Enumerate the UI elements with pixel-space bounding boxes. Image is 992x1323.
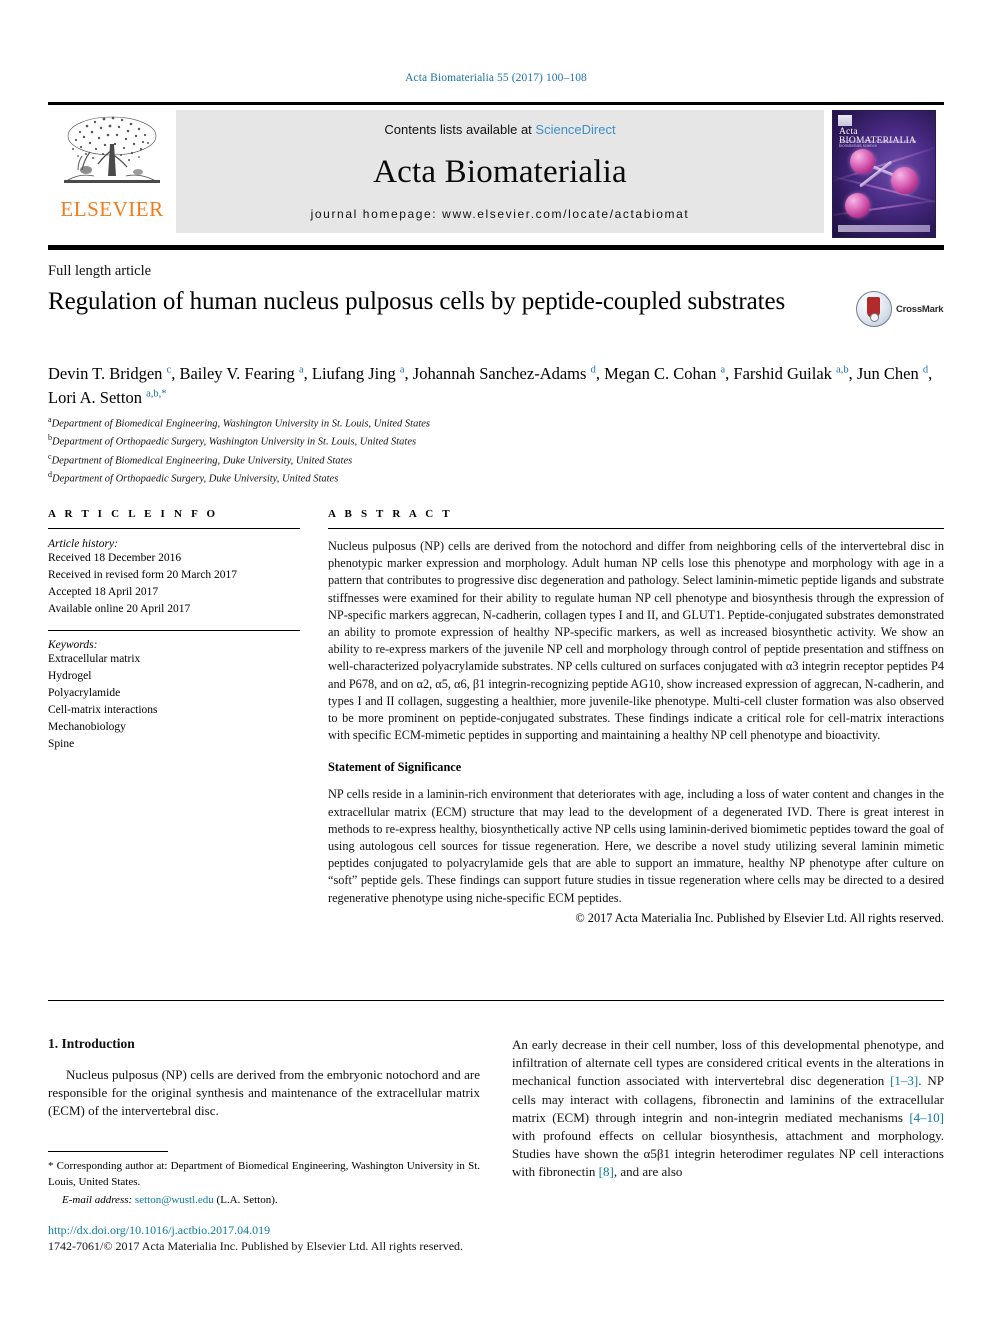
crossmark-icon bbox=[856, 291, 892, 327]
history-item: Received in revised form 20 March 2017 bbox=[48, 569, 238, 582]
cover-artwork: Acta BIOMATERIALIA The Journal of The Ac… bbox=[832, 109, 936, 238]
article-type-label: Full length article bbox=[48, 263, 152, 279]
elsevier-tree-icon bbox=[64, 116, 160, 183]
crossmark-badge[interactable]: CrossMark bbox=[856, 288, 944, 330]
cover-sphere bbox=[891, 166, 918, 194]
history-item: Accepted 18 April 2017 bbox=[48, 586, 159, 599]
intro-paragraph-right: An early decrease in their cell number, … bbox=[512, 1036, 944, 1182]
affiliation-item: dDepartment of Orthopaedic Surgery, Duke… bbox=[48, 469, 648, 487]
keyword-item: Spine bbox=[48, 738, 75, 751]
keyword-item: Extracellular matrix bbox=[48, 653, 141, 666]
paragraph-text: , and are also bbox=[613, 1164, 683, 1180]
citation-link[interactable]: [1–3] bbox=[890, 1073, 918, 1088]
running-head: Acta Biomaterialia 55 (2017) 100–108 bbox=[405, 72, 587, 84]
doi-link[interactable]: http://dx.doi.org/10.1016/j.actbio.2017.… bbox=[48, 1222, 568, 1238]
body-column-left: 1. Introduction Nucleus pulposus (NP) ce… bbox=[48, 1036, 480, 1121]
keyword-item: Cell-matrix interactions bbox=[48, 704, 158, 717]
keywords-rule bbox=[48, 630, 300, 632]
cover-footer-band bbox=[838, 224, 930, 232]
affiliation-item: bDepartment of Orthopaedic Surgery, Wash… bbox=[48, 432, 648, 450]
journal-title: Acta Biomaterialia bbox=[373, 153, 627, 190]
affiliation-item: aDepartment of Biomedical Engineering, W… bbox=[48, 414, 648, 432]
affiliation-text: Department of Orthopaedic Surgery, Duke … bbox=[52, 473, 339, 485]
affiliation-text: Department of Biomedical Engineering, Wa… bbox=[51, 418, 431, 430]
citation-link[interactable]: [8] bbox=[599, 1164, 614, 1179]
significance-text: NP cells reside in a laminin-rich enviro… bbox=[328, 787, 944, 905]
significance-heading: Statement of Significance bbox=[328, 760, 462, 775]
email-owner: (L.A. Setton). bbox=[216, 1194, 278, 1207]
abstract-rule bbox=[328, 528, 944, 529]
paragraph-text: An early decrease in their cell number, … bbox=[512, 1037, 944, 1089]
abstract-heading: A B S T R A C T bbox=[328, 508, 453, 520]
journal-masthead: ELSEVIER Contents lists available at Sci… bbox=[48, 102, 944, 238]
journal-cover-thumbnail: Acta BIOMATERIALIA The Journal of The Ac… bbox=[824, 105, 944, 238]
masthead-center-band: Contents lists available at ScienceDirec… bbox=[176, 110, 824, 233]
doi-block: http://dx.doi.org/10.1016/j.actbio.2017.… bbox=[48, 1222, 568, 1254]
abstract-column: A B S T R A C T Nucleus pulposus (NP) ce… bbox=[328, 508, 944, 926]
cover-streak bbox=[833, 143, 935, 183]
email-label: E-mail address: bbox=[62, 1194, 133, 1207]
contents-available-line: Contents lists available at ScienceDirec… bbox=[384, 122, 615, 137]
history-item: Received 18 December 2016 bbox=[48, 552, 182, 564]
elsevier-wordmark: ELSEVIER bbox=[60, 197, 164, 221]
cover-elsevier-mark bbox=[838, 114, 852, 126]
history-item: Available online 20 April 2017 bbox=[48, 603, 191, 616]
footnote-block: * Corresponding author at: Department of… bbox=[48, 1151, 480, 1209]
masthead-bottom-rule bbox=[48, 245, 944, 250]
corresponding-author-note: * Corresponding author at: Department of… bbox=[48, 1160, 480, 1188]
affiliation-text: Department of Biomedical Engineering, Du… bbox=[51, 455, 353, 466]
section-heading-introduction: 1. Introduction bbox=[48, 1036, 135, 1051]
affiliation-list: aDepartment of Biomedical Engineering, W… bbox=[48, 414, 648, 487]
elsevier-logo: ELSEVIER bbox=[48, 105, 176, 238]
keyword-item: Hydrogel bbox=[48, 670, 92, 683]
cover-sphere bbox=[845, 192, 870, 218]
footnote-rule bbox=[48, 1151, 168, 1152]
abstract-text: Nucleus pulposus (NP) cells are derived … bbox=[328, 539, 944, 743]
email-note: E-mail address: setton@wustl.edu (L.A. S… bbox=[48, 1193, 480, 1209]
paragraph-text: with profound effects on cellular biosyn… bbox=[512, 1127, 944, 1180]
journal-homepage-link[interactable]: journal homepage: www.elsevier.com/locat… bbox=[311, 207, 690, 221]
crossmark-label: CrossMark bbox=[896, 303, 944, 315]
author-list: Devin T. Bridgen c, Bailey V. Fearing a,… bbox=[48, 364, 933, 407]
contents-prefix-text: Contents lists available at bbox=[384, 122, 536, 137]
page-title: Regulation of human nucleus pulposus cel… bbox=[48, 288, 786, 315]
paper-page: Acta Biomaterialia 55 (2017) 100–108 ELS… bbox=[0, 0, 992, 1323]
sciencedirect-link[interactable]: ScienceDirect bbox=[535, 122, 615, 137]
article-info-column: A R T I C L E I N F O Article history: R… bbox=[48, 508, 300, 753]
affiliation-text: Department of Orthopaedic Surgery, Washi… bbox=[52, 436, 417, 448]
body-column-right: An early decrease in their cell number, … bbox=[512, 1036, 944, 1182]
issn-copyright-line: 1742-7061/© 2017 Acta Materialia Inc. Pu… bbox=[48, 1239, 464, 1254]
article-history-label: Article history: bbox=[48, 538, 118, 550]
article-info-rule bbox=[48, 528, 300, 529]
keywords-label: Keywords: bbox=[48, 639, 98, 652]
article-info-heading: A R T I C L E I N F O bbox=[48, 508, 219, 520]
citation-link[interactable]: [4–10] bbox=[909, 1110, 944, 1125]
intro-paragraph-left: Nucleus pulposus (NP) cells are derived … bbox=[48, 1067, 480, 1119]
abstract-copyright: © 2017 Acta Materialia Inc. Published by… bbox=[575, 910, 944, 925]
cover-sphere bbox=[850, 148, 875, 174]
email-link[interactable]: setton@wustl.edu bbox=[135, 1194, 214, 1206]
affiliation-item: cDepartment of Biomedical Engineering, D… bbox=[48, 451, 648, 469]
body-top-rule bbox=[48, 1000, 944, 1001]
cover-subtitle-text: The Journal of The Acta Materialia Inc. … bbox=[839, 138, 917, 149]
keyword-item: Polyacrylamide bbox=[48, 687, 121, 700]
keyword-item: Mechanobiology bbox=[48, 721, 126, 734]
